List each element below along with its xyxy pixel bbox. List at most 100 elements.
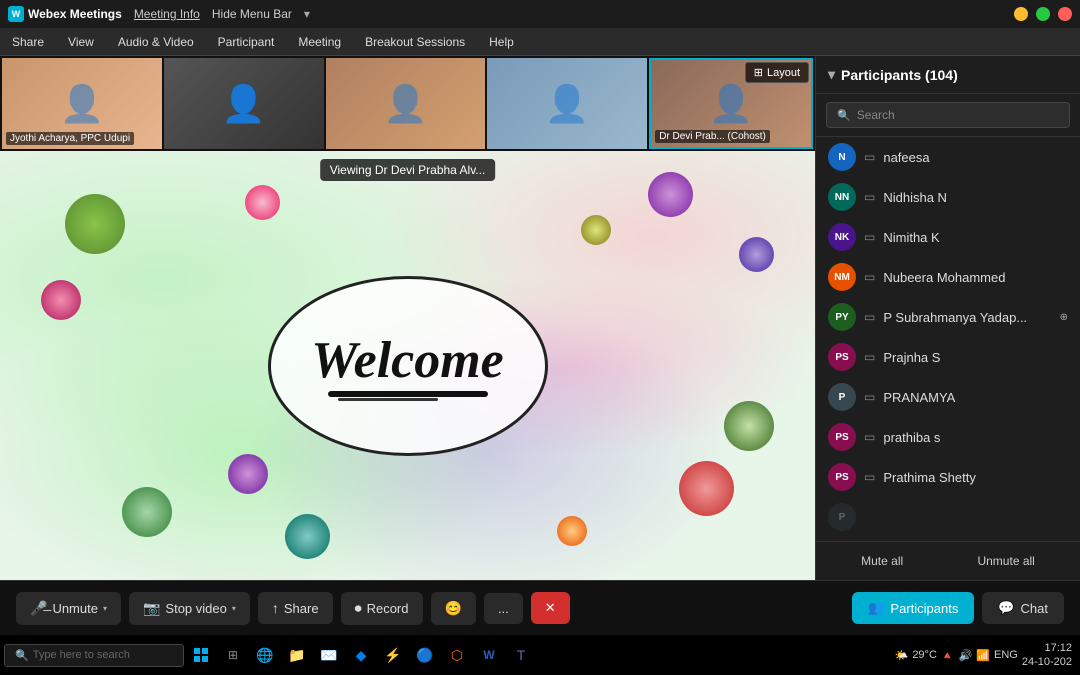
- menu-meeting[interactable]: Meeting: [294, 33, 345, 51]
- end-call-button[interactable]: ✕: [531, 592, 570, 624]
- panel-header: ▾ Participants (104): [816, 56, 1080, 94]
- chevron-icon: ▾: [304, 7, 310, 21]
- files-icon[interactable]: 📁: [282, 640, 312, 670]
- participant-prathima[interactable]: PS ▭ Prathima Shetty: [816, 457, 1080, 497]
- menu-help[interactable]: Help: [485, 33, 518, 51]
- edge-icon[interactable]: 🌐: [250, 640, 280, 670]
- search-box[interactable]: 🔍 Search: [826, 102, 1070, 128]
- email-icon[interactable]: ✉️: [314, 640, 344, 670]
- name-prathima: Prathima Shetty: [883, 470, 1068, 485]
- name-pranamya: PRANAMYA: [883, 390, 1068, 405]
- layout-button[interactable]: ⊞ Layout: [745, 62, 809, 83]
- avatar-nimitha: NK: [828, 223, 856, 251]
- wifi-icon: 📶: [976, 649, 990, 662]
- stop-video-button[interactable]: 📷 Stop video ▾: [129, 592, 250, 625]
- unmute-chevron-icon: ▾: [103, 604, 107, 613]
- thumb-name-5: Dr Devi Prab... (Cohost): [655, 130, 770, 143]
- menu-breakout[interactable]: Breakout Sessions: [361, 33, 469, 51]
- thumb-4[interactable]: 👤: [487, 58, 647, 149]
- chrome-icon[interactable]: 🔵: [410, 640, 440, 670]
- avatar-nubeera: NM: [828, 263, 856, 291]
- reactions-button[interactable]: 😊: [431, 592, 476, 625]
- video-icon-prathiba: ▭: [864, 430, 875, 444]
- participant-nubeera[interactable]: NM ▭ Nubeera Mohammed: [816, 257, 1080, 297]
- mute-all-button[interactable]: Mute all: [853, 550, 911, 572]
- task-view-icon[interactable]: ⊞: [218, 640, 248, 670]
- panel-footer: Mute all Unmute all: [816, 541, 1080, 580]
- name-nidhisha: Nidhisha N: [883, 190, 1068, 205]
- app-icon-1[interactable]: ⚡: [378, 640, 408, 670]
- flower-3: [228, 454, 268, 494]
- menu-view[interactable]: View: [64, 33, 98, 51]
- thumb-3[interactable]: 👤: [326, 58, 486, 149]
- close-button[interactable]: [1058, 7, 1072, 21]
- taskbar-search[interactable]: 🔍 Type here to search: [4, 644, 184, 667]
- welcome-bg: Welcome: [0, 151, 815, 580]
- meeting-info-link[interactable]: Meeting Info: [134, 7, 200, 21]
- unmute-all-button[interactable]: Unmute all: [969, 550, 1042, 572]
- succulent-8: [285, 514, 330, 559]
- record-button[interactable]: ⏺ Record: [341, 592, 423, 625]
- avatar-psubrahmanya: PY: [828, 303, 856, 331]
- name-nafeesa: nafeesa: [883, 150, 1068, 165]
- participant-partial: P: [816, 497, 1080, 537]
- teams-icon[interactable]: T: [506, 640, 536, 670]
- thumb-2[interactable]: 👤: [164, 58, 324, 149]
- succulent-3: [679, 461, 734, 516]
- participant-pranamya[interactable]: P ▭ PRANAMYA: [816, 377, 1080, 417]
- unmute-label: Unmute: [52, 601, 98, 616]
- maximize-button[interactable]: [1036, 7, 1050, 21]
- succulent-2: [648, 172, 693, 217]
- flower-4: [557, 516, 587, 546]
- time-display: 17:12: [1022, 641, 1072, 655]
- more-label: ...: [498, 601, 509, 616]
- app-icon-2[interactable]: ⬡: [442, 640, 472, 670]
- name-prajnha: Prajnha S: [883, 350, 1068, 365]
- menu-participant[interactable]: Participant: [214, 33, 279, 51]
- windows-start-icon[interactable]: [186, 640, 216, 670]
- more-button[interactable]: ...: [484, 593, 523, 624]
- title-bar: W Webex Meetings Meeting Info Hide Menu …: [0, 0, 1080, 28]
- participants-panel-button[interactable]: 👥 Participants: [852, 592, 974, 624]
- volume-icon: 🔊: [959, 649, 973, 662]
- cohost-badge-psubrahmanya: ⊕: [1060, 312, 1068, 323]
- taskbar-search-icon: 🔍: [15, 649, 29, 662]
- name-prathiba: prathiba s: [883, 430, 1068, 445]
- app-name: Webex Meetings: [28, 7, 122, 21]
- avatar-prathima: PS: [828, 463, 856, 491]
- welcome-underline: [328, 391, 488, 397]
- name-nubeera: Nubeera Mohammed: [883, 270, 1068, 285]
- participant-prajnha[interactable]: PS ▭ Prajnha S: [816, 337, 1080, 377]
- chat-panel-button[interactable]: 💬 Chat: [982, 592, 1064, 624]
- thumbnail-strip-container: 👤 Jyothi Acharya, PPC Udupi 👤 👤: [0, 56, 815, 151]
- minimize-button[interactable]: [1014, 7, 1028, 21]
- succulent-5: [41, 280, 81, 320]
- name-psubrahmanya: P Subrahmanya Yadap...: [883, 310, 1051, 325]
- layout-icon: ⊞: [754, 66, 763, 79]
- webex-icon: W: [8, 6, 24, 22]
- thumb-1[interactable]: 👤 Jyothi Acharya, PPC Udupi: [2, 58, 162, 149]
- succulent-1: [65, 194, 125, 254]
- participant-nimitha[interactable]: NK ▭ Nimitha K: [816, 217, 1080, 257]
- menu-audio-video[interactable]: Audio & Video: [114, 33, 198, 51]
- flower-2: [581, 215, 611, 245]
- hide-menu-bar-btn[interactable]: Hide Menu Bar: [212, 7, 292, 21]
- panel-search: 🔍 Search: [816, 94, 1080, 137]
- share-button[interactable]: ↑ Share: [258, 592, 333, 624]
- menu-share[interactable]: Share: [8, 33, 48, 51]
- main-area: 👤 Jyothi Acharya, PPC Udupi 👤 👤: [0, 56, 1080, 580]
- thumb-face-2: 👤: [164, 58, 324, 149]
- unmute-button[interactable]: 🎤̶ Unmute ▾: [16, 592, 121, 625]
- avatar-prajnha: PS: [828, 343, 856, 371]
- chat-panel-label: Chat: [1021, 601, 1048, 616]
- participant-nidhisha[interactable]: NN ▭ Nidhisha N: [816, 177, 1080, 217]
- video-icon-psubrahmanya: ▭: [864, 310, 875, 324]
- clock-display: 17:12 24-10-202: [1022, 641, 1072, 670]
- participant-prathiba[interactable]: PS ▭ prathiba s: [816, 417, 1080, 457]
- participant-nafeesa[interactable]: N ▭ nafeesa: [816, 137, 1080, 177]
- thumbnail-strip: 👤 Jyothi Acharya, PPC Udupi 👤 👤: [0, 56, 815, 151]
- control-bar: 🎤̶ Unmute ▾ 📷 Stop video ▾ ↑ Share ⏺ Rec…: [0, 580, 1080, 635]
- word-icon[interactable]: W: [474, 640, 504, 670]
- participant-psubrahmanya[interactable]: PY ▭ P Subrahmanya Yadap... ⊕: [816, 297, 1080, 337]
- dropbox-icon[interactable]: ◆: [346, 640, 376, 670]
